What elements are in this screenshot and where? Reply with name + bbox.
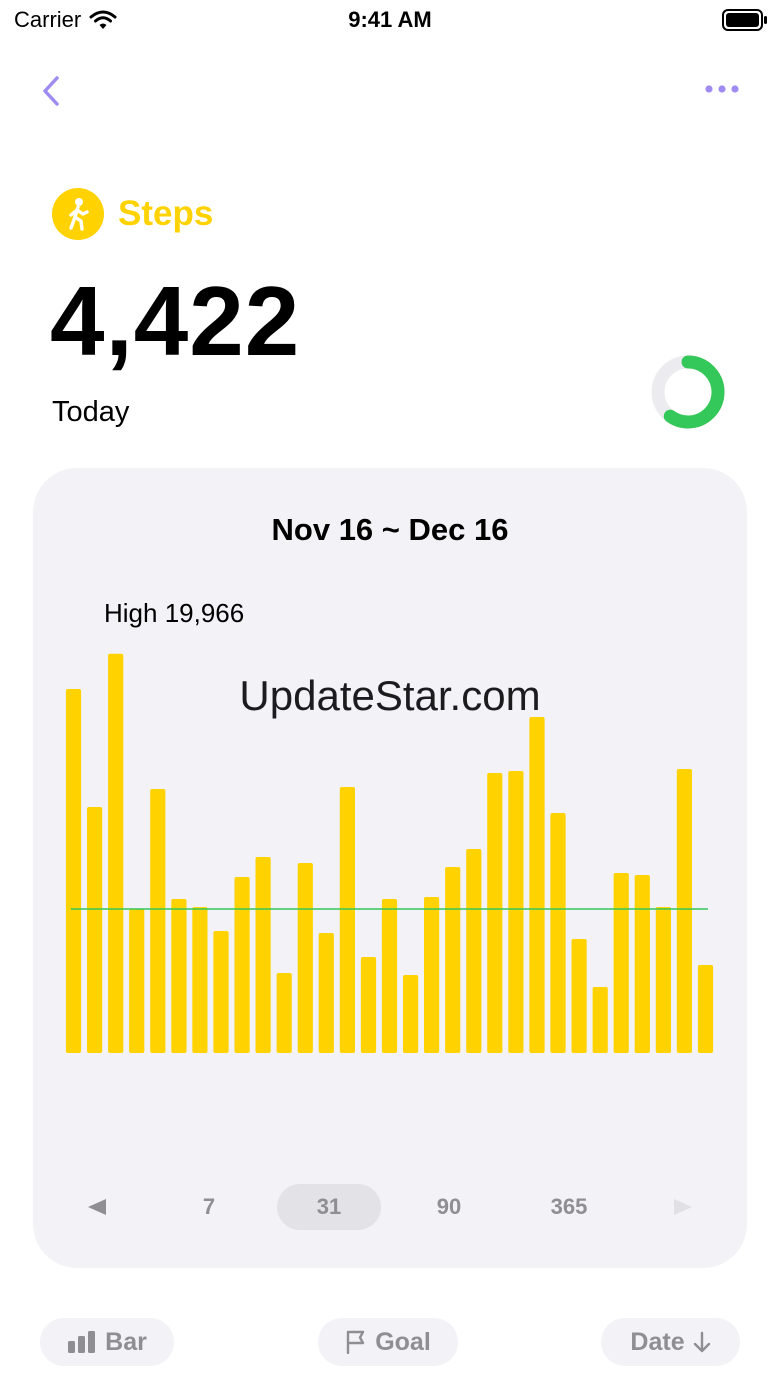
flag-icon [347, 1330, 365, 1354]
chart-bar [655, 907, 671, 1053]
range-option-31[interactable]: 31 [277, 1184, 381, 1230]
status-bar: Carrier 9:41 AM [0, 0, 780, 40]
triangle-left-icon [88, 1199, 106, 1215]
chart-card: Nov 16 ~ Dec 16 High 19,966 UpdateStar.c… [33, 468, 747, 1268]
metric-value: 4,422 [50, 266, 301, 376]
chart-bar [360, 957, 377, 1053]
chart-bar [297, 863, 313, 1053]
chart-bar [571, 939, 587, 1053]
chart-bar [65, 689, 82, 1053]
chart-bar [171, 899, 187, 1053]
chart-bar [592, 987, 608, 1053]
chart-bar [676, 769, 692, 1053]
arrow-down-icon [693, 1331, 710, 1353]
chart-bar [634, 875, 650, 1053]
metric-title: Steps [118, 194, 214, 233]
chevron-left-icon [43, 76, 59, 106]
walking-figure-icon [52, 188, 104, 240]
chart-bar [381, 899, 398, 1053]
goal-progress-ring[interactable] [648, 352, 728, 432]
chart-bar [276, 973, 292, 1053]
metric-header: Steps [52, 188, 213, 240]
range-option-90[interactable]: 90 [397, 1184, 501, 1230]
chart-bar [508, 771, 524, 1053]
chart-bar [339, 787, 355, 1053]
sort-label: Date [630, 1327, 685, 1356]
back-button[interactable] [34, 72, 68, 110]
range-selector: 7 31 90 365 [33, 1184, 747, 1230]
battery-icon [722, 9, 767, 31]
chart-bar [403, 975, 419, 1053]
goal-button[interactable]: Goal [318, 1318, 458, 1366]
goal-label: Goal [375, 1327, 431, 1356]
previous-range-button[interactable] [77, 1184, 117, 1230]
chart-bar [192, 907, 208, 1053]
chart-bar [487, 773, 503, 1053]
chart-bar [529, 717, 545, 1053]
chart-type-button[interactable]: Bar [40, 1318, 174, 1366]
watermark-text: UpdateStar.com [239, 672, 541, 719]
range-option-7[interactable]: 7 [157, 1184, 261, 1230]
high-value-label: High 19,966 [104, 598, 245, 628]
chart-bar [87, 807, 103, 1053]
chart-bar [445, 867, 461, 1053]
chart-bar [150, 789, 166, 1053]
chart-bar [466, 849, 482, 1053]
bar-chart-icon [68, 1331, 96, 1353]
chart-bar [234, 877, 250, 1053]
chart-bar [697, 965, 714, 1053]
chart-bar [550, 813, 566, 1053]
chart-bar [129, 909, 145, 1053]
chart-bar [424, 897, 440, 1053]
triangle-right-icon [674, 1199, 692, 1215]
chart-bar [318, 933, 334, 1053]
steps-bar-chart [65, 653, 714, 1053]
chart-bar [213, 931, 229, 1053]
ellipsis-icon [705, 85, 739, 93]
chart-bar [255, 857, 271, 1053]
range-option-365[interactable]: 365 [517, 1184, 621, 1230]
next-range-button[interactable] [663, 1184, 703, 1230]
more-button[interactable] [698, 74, 746, 104]
metric-caption: Today [52, 396, 130, 428]
status-time: 9:41 AM [348, 7, 432, 32]
chart-type-label: Bar [105, 1327, 147, 1356]
chart-bar [613, 873, 629, 1053]
sort-button[interactable]: Date [601, 1318, 740, 1366]
